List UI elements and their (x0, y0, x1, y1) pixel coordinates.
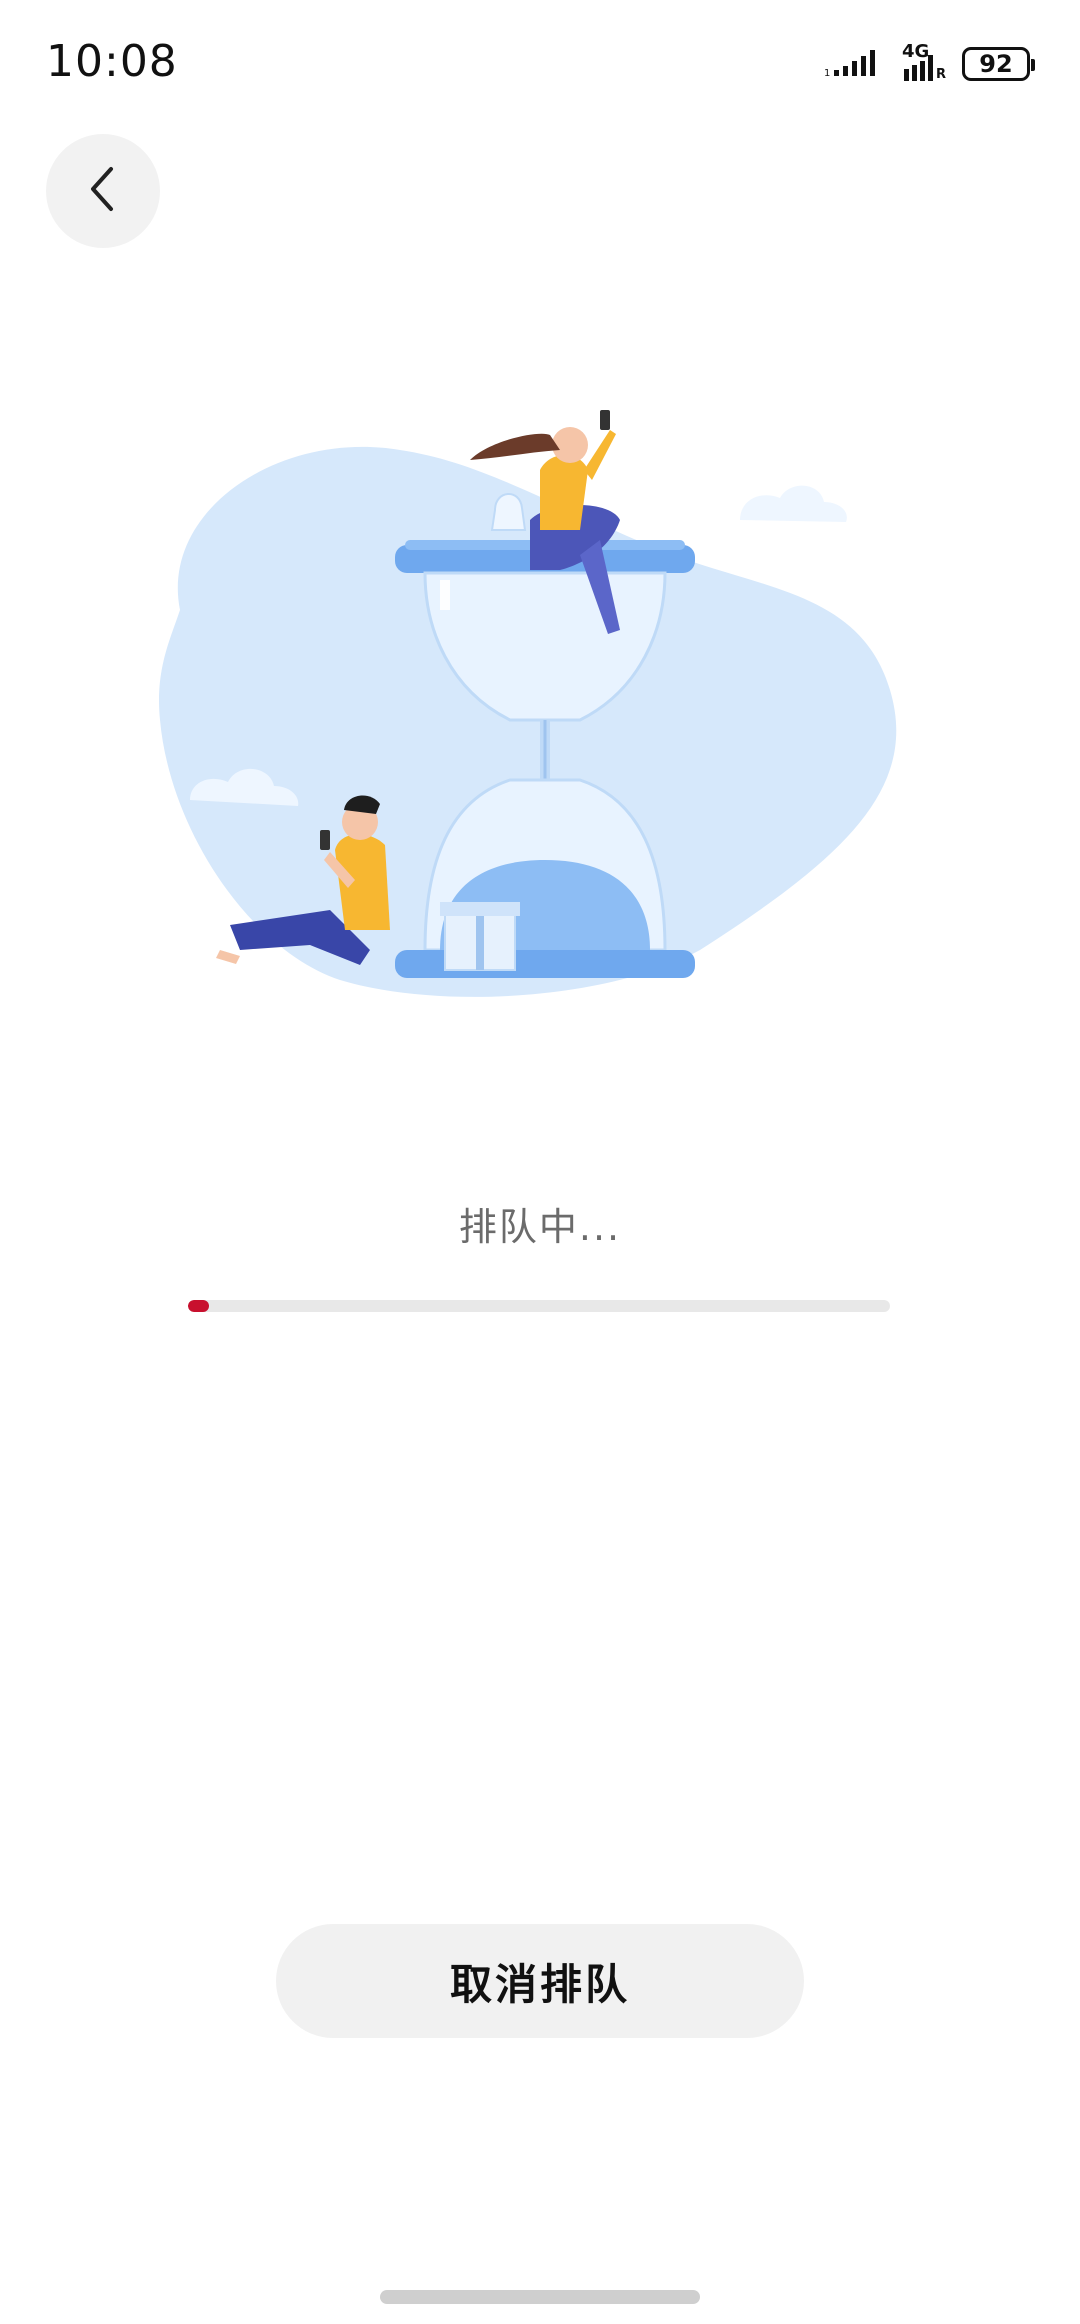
mobile-data-icon: 4G R (902, 41, 948, 83)
queue-status-text: 排队中... (458, 1205, 622, 1249)
back-button[interactable] (46, 134, 160, 248)
hourglass-waiting-illustration (140, 390, 940, 1010)
svg-text:1: 1 (824, 68, 830, 78)
cancel-queue-button[interactable]: 取消排队 (276, 1924, 804, 2038)
queue-progress-bar (188, 1300, 890, 1312)
queue-progress-fill (188, 1300, 210, 1312)
queue-screen: 10:08 1 4G R 92 排队中... 取消排队 (0, 0, 1080, 2324)
status-icons: 1 4G R 92 (824, 41, 1035, 84)
chevron-left-icon (83, 163, 123, 219)
home-indicator[interactable] (380, 2290, 700, 2304)
battery-icon: 92 (962, 47, 1035, 81)
signal-icon: 1 (824, 46, 888, 82)
roaming-label: R (936, 67, 947, 82)
battery-level: 92 (979, 50, 1013, 78)
status-time: 10:08 (46, 36, 178, 87)
